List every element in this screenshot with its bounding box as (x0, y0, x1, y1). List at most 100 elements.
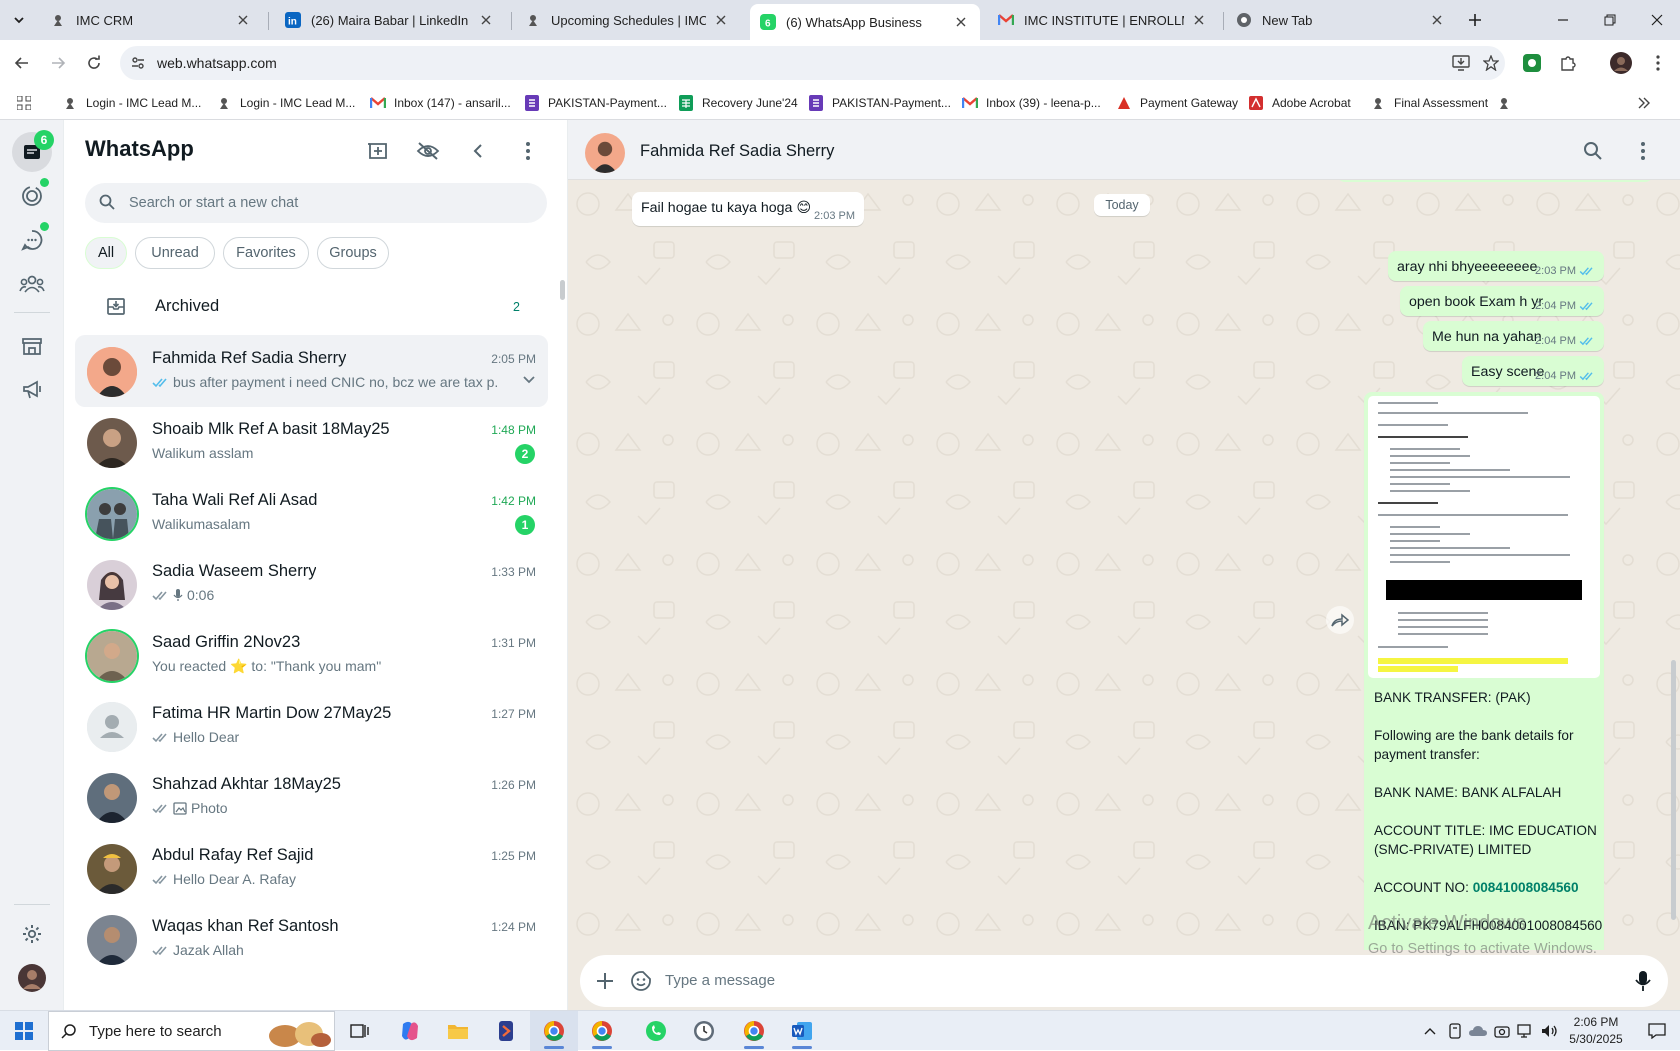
bookmark-item[interactable]: PAKISTAN-Payment... (524, 92, 667, 114)
tab-imc-enrollment[interactable]: IMC INSTITUTE | ENROLLMENT (988, 4, 1218, 36)
bookmark-item[interactable]: Inbox (147) - ansaril... (370, 92, 511, 114)
extension-green-icon[interactable] (1518, 49, 1546, 77)
taskbar-search-input[interactable]: Type here to search (48, 1011, 335, 1051)
outgoing-message[interactable]: aray nhi bhyeeeeeeee 2:03 PM (1388, 251, 1604, 281)
contact-name[interactable]: Fahmida Ref Sadia Sherry (640, 142, 834, 161)
close-icon[interactable] (1428, 11, 1446, 29)
new-tab-button[interactable] (1462, 8, 1488, 32)
attach-button[interactable] (592, 968, 618, 994)
outgoing-message[interactable]: Me hun na yahan 2:04 PM (1423, 321, 1604, 351)
collapse-panel-button[interactable] (463, 136, 493, 166)
business-tools-button[interactable] (12, 326, 52, 366)
tab-imc-crm[interactable]: IMC CRM (40, 4, 262, 36)
message-input[interactable]: Type a message (665, 972, 775, 989)
device-icon[interactable] (1445, 1021, 1465, 1041)
show-hidden-icons-button[interactable] (1420, 1021, 1440, 1041)
emoji-sticker-button[interactable] (628, 968, 654, 994)
conversation-scrollbar[interactable] (1671, 660, 1676, 920)
bookmark-item[interactable]: Recovery June'24 (678, 92, 798, 114)
app-button[interactable] (482, 1011, 530, 1051)
bookmark-star-icon[interactable] (1481, 53, 1501, 73)
task-view-button[interactable] (336, 1011, 384, 1051)
site-info-icon[interactable] (128, 53, 148, 73)
advertise-button[interactable] (12, 370, 52, 410)
chat-list-scrollbar[interactable] (560, 280, 565, 300)
conversation-menu-button[interactable] (1630, 138, 1656, 164)
bookmark-item[interactable]: Adobe Acrobat (1248, 92, 1351, 114)
chrome-profile-button[interactable] (578, 1011, 626, 1051)
back-button[interactable] (8, 49, 36, 77)
chat-list-item[interactable]: Taha Wali Ref Ali Asad 1:42 PM Walikumas… (75, 477, 548, 549)
network-icon[interactable] (1516, 1021, 1536, 1041)
chat-list-item[interactable]: Shahzad Akhtar 18May25 1:26 PM Photo (75, 761, 548, 833)
bookmark-item[interactable] (1496, 92, 1520, 114)
camera-icon[interactable] (1492, 1021, 1512, 1041)
forward-button[interactable] (44, 49, 72, 77)
account-number-link[interactable]: 00841008084560 (1473, 880, 1579, 895)
chrome-taskbar-button[interactable] (530, 1011, 578, 1051)
profile-avatar[interactable] (1607, 49, 1635, 77)
bookmark-item[interactable]: Final Assessment (1370, 92, 1488, 114)
chat-list-item[interactable]: Sadia Waseem Sherry 1:33 PM 0:06 (75, 548, 548, 620)
profile-button[interactable] (12, 958, 52, 998)
outgoing-message[interactable]: Easy scene 2:04 PM (1462, 356, 1604, 386)
chat-list-item[interactable]: Waqas khan Ref Santosh 1:24 PM Jazak All… (75, 903, 548, 975)
address-bar[interactable]: web.whatsapp.com (120, 46, 1505, 80)
forward-message-button[interactable] (1326, 606, 1354, 634)
close-icon[interactable] (477, 11, 495, 29)
tab-new-tab[interactable]: New Tab (1226, 4, 1456, 36)
outgoing-message[interactable]: open book Exam h yr 2:04 PM (1400, 286, 1604, 316)
search-messages-button[interactable] (1580, 138, 1606, 164)
close-window-button[interactable] (1634, 0, 1680, 40)
settings-button[interactable] (12, 914, 52, 954)
whatsapp-taskbar-button[interactable] (632, 1011, 680, 1051)
install-app-icon[interactable] (1451, 53, 1471, 73)
archived-row[interactable]: Archived 2 (64, 283, 567, 331)
chevron-down-icon[interactable] (522, 373, 536, 387)
bookmark-item[interactable]: Login - IMC Lead M... (62, 92, 201, 114)
conversation-header[interactable]: Fahmida Ref Sadia Sherry (568, 120, 1680, 180)
extensions-puzzle-icon[interactable] (1554, 49, 1582, 77)
voice-message-button[interactable] (1630, 968, 1656, 994)
start-button[interactable] (0, 1011, 48, 1051)
close-icon[interactable] (234, 11, 252, 29)
chrome-second-button[interactable] (730, 1011, 778, 1051)
chat-list-item[interactable]: Shoaib Mlk Ref A basit 18May25 1:48 PM W… (75, 406, 548, 478)
close-icon[interactable] (952, 13, 970, 31)
chat-list-item[interactable]: Abdul Rafay Ref Sajid 1:25 PM Hello Dear… (75, 832, 548, 904)
filter-all[interactable]: All (85, 237, 127, 269)
bookmark-item[interactable]: Inbox (39) - leena-p... (962, 92, 1101, 114)
communities-nav-button[interactable] (12, 264, 52, 304)
bookmark-item[interactable]: Login - IMC Lead M... (216, 92, 355, 114)
search-input[interactable]: Search or start a new chat (85, 183, 547, 223)
contact-avatar[interactable] (585, 133, 625, 173)
menu-button[interactable] (513, 136, 543, 166)
reload-button[interactable] (80, 49, 108, 77)
restore-button[interactable] (1587, 0, 1633, 40)
new-chat-button[interactable] (363, 136, 393, 166)
bookmark-item[interactable]: PAKISTAN-Payment... (808, 92, 951, 114)
document-thumbnail[interactable] (1368, 396, 1600, 678)
filter-unread[interactable]: Unread (135, 237, 215, 269)
clock-app-button[interactable] (680, 1011, 728, 1051)
tab-whatsapp-business[interactable]: 6 (6) WhatsApp Business (750, 4, 980, 40)
outgoing-document-message[interactable]: BANK TRANSFER: (PAK) Following are the b… (1364, 392, 1604, 1010)
browser-menu-button[interactable] (1644, 49, 1672, 77)
close-icon[interactable] (1190, 11, 1208, 29)
tab-upcoming-schedules[interactable]: Upcoming Schedules | IMC Certi (515, 4, 740, 36)
chat-list-item[interactable]: Fahmida Ref Sadia Sherry 2:05 PM bus aft… (75, 335, 548, 407)
onedrive-icon[interactable] (1468, 1021, 1488, 1041)
hide-status-button[interactable] (413, 136, 443, 166)
bookmark-item[interactable]: Payment Gateway (1116, 92, 1238, 114)
incoming-message[interactable]: Fail hogae tu kaya hoga 😊 2:03 PM (632, 192, 864, 226)
minimize-button[interactable] (1540, 0, 1586, 40)
tab-search-button[interactable] (6, 8, 32, 32)
chat-list-item[interactable]: Fatima HR Martin Dow 27May25 1:27 PM Hel… (75, 690, 548, 762)
chat-list-item[interactable]: Saad Griffin 2Nov23 1:31 PM You reacted … (75, 619, 548, 691)
filter-groups[interactable]: Groups (317, 237, 389, 269)
taskbar-clock[interactable]: 2:06 PM 5/30/2025 (1556, 1014, 1636, 1048)
apps-grid-button[interactable] (16, 92, 40, 114)
file-explorer-button[interactable] (434, 1011, 482, 1051)
word-taskbar-button[interactable] (778, 1011, 826, 1051)
close-icon[interactable] (712, 11, 730, 29)
